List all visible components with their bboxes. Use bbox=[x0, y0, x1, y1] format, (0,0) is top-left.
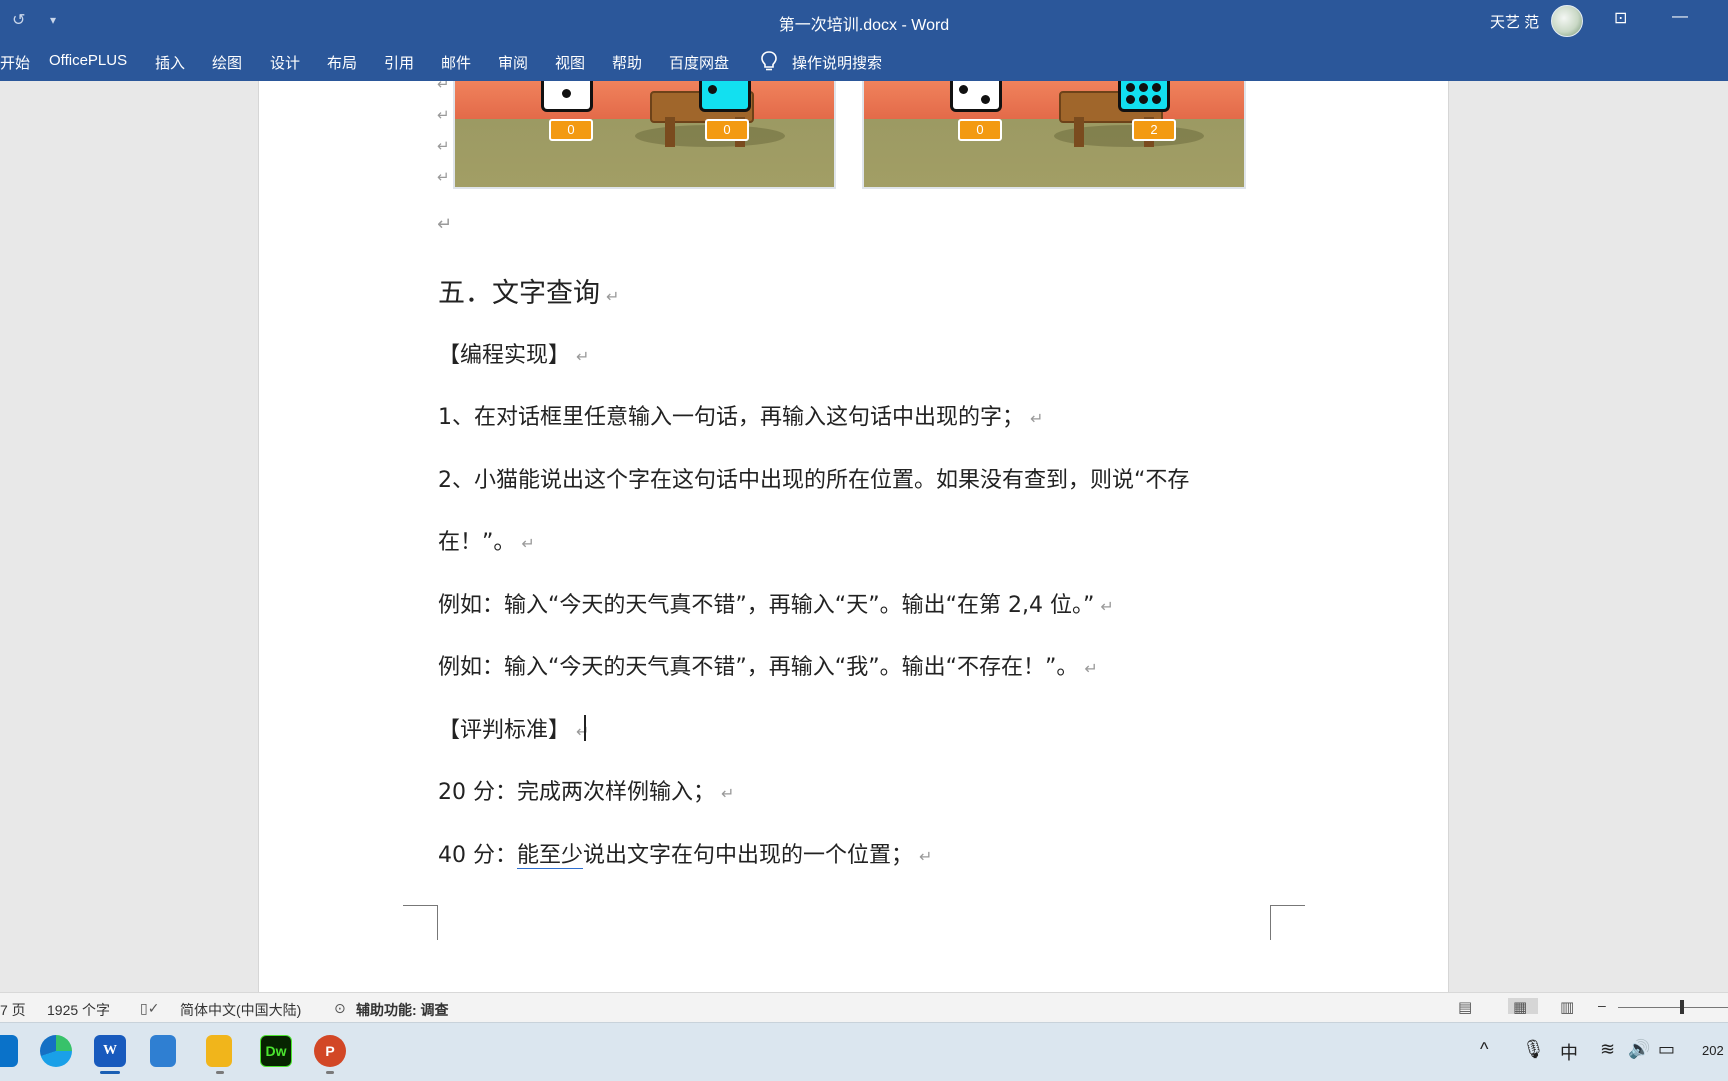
zoom-out-icon[interactable]: – bbox=[1598, 997, 1606, 1013]
show-hidden-icons-icon[interactable]: ^ bbox=[1480, 1039, 1488, 1060]
zoom-slider[interactable] bbox=[1618, 1007, 1728, 1008]
table-leg bbox=[1074, 117, 1084, 147]
zoom-slider-thumb[interactable] bbox=[1680, 1000, 1684, 1014]
user-name[interactable]: 天艺 范 bbox=[1490, 11, 1539, 32]
game-screenshot-image-2[interactable]: 0 2 bbox=[862, 81, 1246, 189]
paragraph-item-1[interactable]: 1、在对话框里任意输入一句话，再输入这句话中出现的字； ↵ bbox=[438, 399, 1043, 431]
title-bar: ↺ ▾ 第一次培训.docx - Word 天艺 范 ⊡ — bbox=[0, 0, 1728, 42]
score-badge: 0 bbox=[705, 119, 749, 141]
paragraph-mark: ↵ bbox=[437, 214, 453, 234]
paragraph-mark: ↵ bbox=[437, 81, 450, 93]
notepad-icon[interactable] bbox=[150, 1035, 176, 1067]
spelling-underline: 能至少 bbox=[517, 843, 584, 869]
section-grading[interactable]: 【评判标准】 ↵ bbox=[438, 712, 589, 744]
text-cursor bbox=[584, 715, 586, 741]
avatar[interactable] bbox=[1551, 5, 1583, 37]
crop-mark-left bbox=[403, 905, 438, 940]
print-layout-icon[interactable]: ▦ bbox=[1508, 998, 1538, 1016]
powerpoint-icon[interactable]: P bbox=[314, 1035, 346, 1067]
web-layout-icon[interactable]: ▥ bbox=[1560, 998, 1580, 1016]
volume-icon[interactable]: 🔊 bbox=[1628, 1039, 1650, 1060]
score-badge: 0 bbox=[958, 119, 1002, 141]
wifi-icon[interactable]: ≋ bbox=[1600, 1039, 1615, 1060]
tab-view[interactable]: 视图 bbox=[555, 52, 585, 73]
status-bar: 7 页 1925 个字 ▯✓ 简体中文(中国大陆) ⊙ 辅助功能: 调查 ▤ ▦… bbox=[0, 992, 1728, 1023]
score-badge: 2 bbox=[1132, 119, 1176, 141]
die-dot bbox=[981, 95, 990, 104]
paragraph-score-20[interactable]: 20 分：完成两次样例输入； ↵ bbox=[438, 774, 734, 806]
die-dot bbox=[562, 89, 571, 98]
die-cyan bbox=[1118, 81, 1170, 112]
read-mode-icon[interactable]: ▤ bbox=[1458, 998, 1478, 1016]
ribbon-tabs: 开始 OfficePLUS 插入 绘图 设计 布局 引用 邮件 审阅 视图 帮助… bbox=[0, 42, 1728, 81]
tab-insert[interactable]: 插入 bbox=[155, 52, 185, 73]
app-running-indicator bbox=[326, 1071, 334, 1074]
die-dot bbox=[708, 85, 717, 94]
window-title: 第一次培训.docx - Word bbox=[778, 17, 950, 34]
word-active-indicator bbox=[100, 1071, 120, 1074]
tab-review[interactable]: 审阅 bbox=[498, 52, 528, 73]
paragraph-item-2-line-2[interactable]: 在！”。 ↵ bbox=[438, 524, 535, 556]
heading-text-search[interactable]: 五．文字查询 ↵ bbox=[438, 271, 619, 310]
tab-layout[interactable]: 布局 bbox=[327, 52, 357, 73]
crop-mark-right bbox=[1270, 905, 1305, 940]
paragraph-example-2[interactable]: 例如：输入“今天的天气真不错”，再输入“我”。输出“不存在！”。 ↵ bbox=[438, 649, 1098, 681]
die-dot bbox=[1139, 95, 1148, 104]
tab-draw[interactable]: 绘图 bbox=[212, 52, 242, 73]
sticky-app-icon[interactable] bbox=[206, 1035, 232, 1067]
paragraph-mark: ↵ bbox=[437, 138, 450, 155]
microphone-icon[interactable]: 🎙 bbox=[1522, 1039, 1545, 1060]
die-dot bbox=[1126, 95, 1135, 104]
proofing-icon[interactable]: ▯✓ bbox=[140, 1000, 159, 1017]
tab-help[interactable]: 帮助 bbox=[612, 52, 642, 73]
paragraph-mark: ↵ bbox=[437, 107, 450, 124]
tab-baidu-netdisk[interactable]: 百度网盘 bbox=[669, 52, 729, 73]
tab-officeplus[interactable]: OfficePLUS bbox=[49, 52, 127, 69]
die-dot bbox=[1152, 83, 1161, 92]
tab-mailings[interactable]: 邮件 bbox=[441, 52, 471, 73]
accessibility-status[interactable]: 辅助功能: 调查 bbox=[356, 1000, 449, 1020]
accessibility-icon: ⊙ bbox=[334, 1000, 346, 1016]
tell-me-search[interactable]: 操作说明搜索 bbox=[792, 52, 882, 73]
page-count[interactable]: 7 页 bbox=[0, 1000, 26, 1020]
lightbulb-icon bbox=[761, 51, 777, 71]
clock[interactable]: 202 bbox=[1702, 1043, 1724, 1058]
section-programming[interactable]: 【编程实现】 ↵ bbox=[438, 337, 589, 369]
paragraph-mark: ↵ bbox=[437, 169, 450, 186]
start-icon[interactable] bbox=[0, 1035, 18, 1067]
tab-design[interactable]: 设计 bbox=[270, 52, 300, 73]
battery-icon[interactable]: ▭ bbox=[1658, 1039, 1675, 1060]
die-dot bbox=[1152, 95, 1161, 104]
document-canvas[interactable]: 0 0 0 2 ↵ ↵ ↵ ↵ ↵ 五．文字查询 ↵ 【编程实现】 ↵ 1、在对话框… bbox=[0, 81, 1728, 992]
paragraph-example-1[interactable]: 例如：输入“今天的天气真不错”，再输入“天”。输出“在第 2,4 位。” ↵ bbox=[438, 587, 1114, 619]
score-badge: 0 bbox=[549, 119, 593, 141]
tab-home[interactable]: 开始 bbox=[0, 52, 30, 73]
language-status[interactable]: 简体中文(中国大陆) bbox=[180, 1000, 301, 1020]
dreamweaver-icon[interactable]: Dw bbox=[260, 1035, 292, 1067]
tab-references[interactable]: 引用 bbox=[384, 52, 414, 73]
paragraph-score-40[interactable]: 40 分：能至少说出文字在句中出现的一个位置； ↵ bbox=[438, 837, 932, 869]
paragraph-item-2-line-1[interactable]: 2、小猫能说出这个字在这句话中出现的所在位置。如果没有查到，则说“不存 bbox=[438, 462, 1189, 494]
minimize-icon[interactable]: — bbox=[1672, 8, 1688, 26]
word-count[interactable]: 1925 个字 bbox=[47, 1000, 110, 1020]
die-dot bbox=[959, 85, 968, 94]
ime-indicator[interactable]: 中 bbox=[1560, 1039, 1578, 1065]
ribbon-display-options-icon[interactable]: ⊡ bbox=[1614, 8, 1627, 28]
die-cyan bbox=[699, 81, 751, 112]
edge-icon[interactable] bbox=[40, 1035, 72, 1067]
table-leg bbox=[665, 117, 675, 147]
die-white bbox=[950, 81, 1002, 112]
game-screenshot-image-1[interactable]: 0 0 bbox=[453, 81, 836, 189]
die-white bbox=[541, 81, 593, 112]
word-icon[interactable]: W bbox=[94, 1035, 126, 1067]
die-dot bbox=[1139, 83, 1148, 92]
app-running-indicator bbox=[216, 1071, 224, 1074]
taskbar: W Dw P ^ 🎙 中 ≋ 🔊 ▭ 202 bbox=[0, 1022, 1728, 1081]
die-dot bbox=[1126, 83, 1135, 92]
